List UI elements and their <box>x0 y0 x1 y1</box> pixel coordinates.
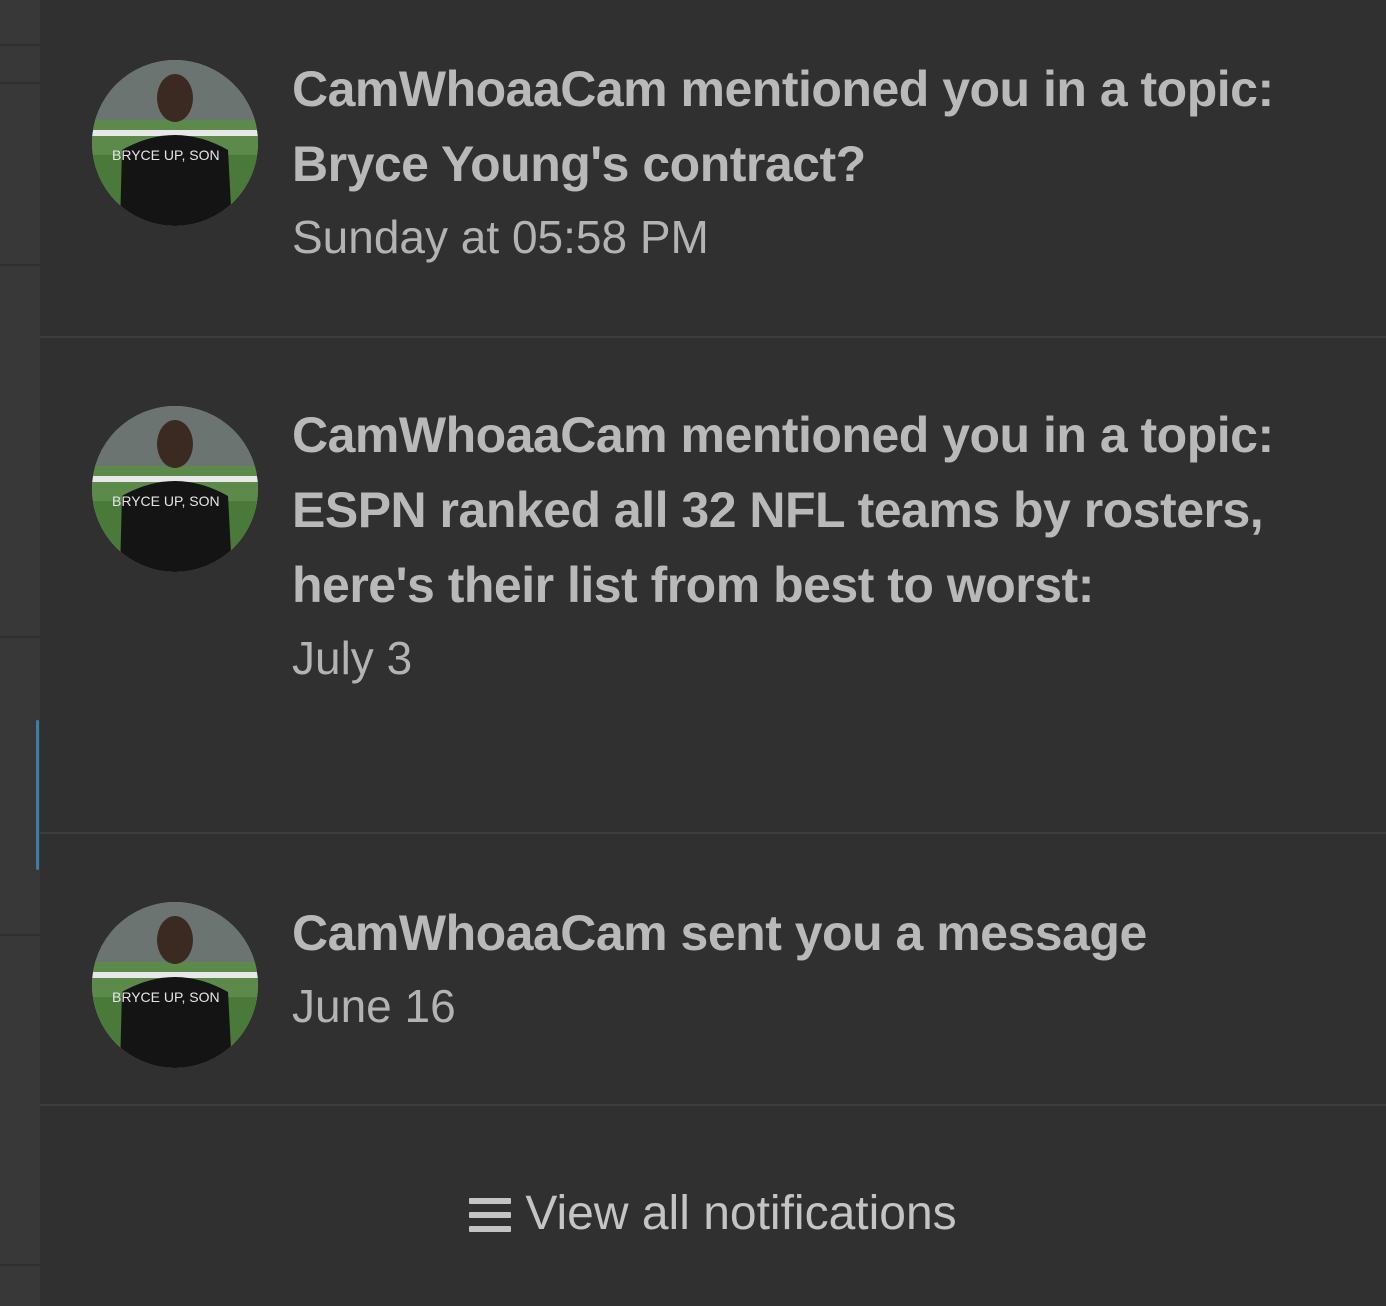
avatar-image: BRYCE UP, SON <box>92 60 258 226</box>
notification-time: June 16 <box>292 980 456 1032</box>
notification-text: CamWhoaaCam sent you a message June 16 <box>292 896 1332 1041</box>
avatar[interactable]: BRYCE UP, SON <box>92 406 258 572</box>
notification-item[interactable]: BRYCE UP, SON CamWhoaaCam sent you a mes… <box>40 834 1386 1106</box>
strip-divider <box>0 264 40 266</box>
strip-divider <box>0 44 40 46</box>
notifications-panel: BRYCE UP, SON CamWhoaaCam mentioned you … <box>40 0 1386 1306</box>
strip-divider <box>0 82 40 84</box>
avatar[interactable]: BRYCE UP, SON <box>92 902 258 1068</box>
notifications-page: BRYCE UP, SON CamWhoaaCam mentioned you … <box>0 0 1386 1306</box>
avatar-image: BRYCE UP, SON <box>92 902 258 1068</box>
view-all-label: View all notifications <box>525 1186 957 1240</box>
view-all-notifications-link[interactable]: View all notifications <box>40 1168 1386 1258</box>
notification-text: CamWhoaaCam mentioned you in a topic: Br… <box>292 52 1332 272</box>
avatar-shirt-text: BRYCE UP, SON <box>112 147 220 163</box>
avatar-shirt-text: BRYCE UP, SON <box>112 493 220 509</box>
notification-title[interactable]: CamWhoaaCam mentioned you in a topic: Br… <box>292 52 1332 202</box>
notification-time: Sunday at 05:58 PM <box>292 211 709 263</box>
strip-divider <box>0 1264 40 1266</box>
notification-text: CamWhoaaCam mentioned you in a topic: ES… <box>292 398 1332 693</box>
notification-title[interactable]: CamWhoaaCam sent you a message <box>292 896 1332 971</box>
avatar-image: BRYCE UP, SON <box>92 406 258 572</box>
active-indicator <box>36 720 39 870</box>
avatar-shirt-text: BRYCE UP, SON <box>112 989 220 1005</box>
list-icon <box>469 1198 512 1232</box>
notification-item[interactable]: BRYCE UP, SON CamWhoaaCam mentioned you … <box>40 0 1386 338</box>
notification-title[interactable]: CamWhoaaCam mentioned you in a topic: ES… <box>292 398 1332 623</box>
strip-divider <box>0 636 40 638</box>
background-page-strip <box>0 0 40 1306</box>
avatar[interactable]: BRYCE UP, SON <box>92 60 258 226</box>
notification-time: July 3 <box>292 632 413 684</box>
strip-divider <box>0 934 40 936</box>
notification-item[interactable]: BRYCE UP, SON CamWhoaaCam mentioned you … <box>40 338 1386 834</box>
